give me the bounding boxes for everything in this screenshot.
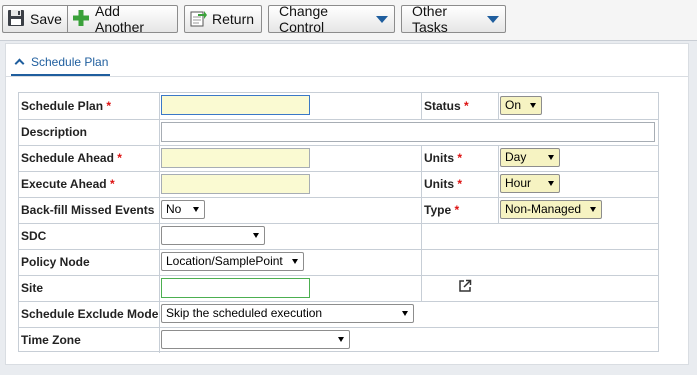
- dropdown-icon: [487, 15, 499, 23]
- form-row: Execute Ahead * Units * Hour: [19, 171, 658, 198]
- backfill-value: No: [166, 202, 182, 216]
- policy-node-select[interactable]: Location/SamplePoint: [161, 252, 304, 271]
- dropdown-icon: [530, 103, 536, 108]
- status-select[interactable]: On: [500, 96, 542, 115]
- dropdown-icon: [376, 15, 388, 23]
- units-value: Day: [505, 150, 527, 164]
- add-icon: [72, 9, 90, 30]
- schedule-ahead-input[interactable]: [161, 148, 310, 168]
- site-input[interactable]: [161, 278, 310, 298]
- dropdown-icon: [338, 337, 344, 342]
- save-button[interactable]: Save: [2, 5, 68, 33]
- schedule-plan-input[interactable]: [161, 95, 310, 115]
- policy-node-value: Location/SamplePoint: [166, 254, 283, 268]
- execute-ahead-input[interactable]: [161, 174, 310, 194]
- form-row: Schedule Exclude Mode Skip the scheduled…: [19, 301, 658, 328]
- status-label: Status *: [424, 99, 469, 113]
- dropdown-icon: [402, 311, 408, 316]
- units-value: Hour: [505, 176, 532, 190]
- tab-schedule-plan[interactable]: Schedule Plan: [11, 50, 111, 76]
- sdc-select[interactable]: [161, 226, 265, 245]
- save-icon: [7, 9, 25, 30]
- description-input[interactable]: [161, 122, 655, 142]
- chevron-up-icon: [14, 58, 25, 69]
- add-another-button[interactable]: Add Another: [67, 3, 178, 35]
- time-zone-select[interactable]: [161, 330, 350, 349]
- form-row: Schedule Plan * Status * On: [19, 93, 658, 120]
- type-select[interactable]: Non-Managed: [500, 200, 602, 219]
- return-icon: [189, 9, 207, 30]
- return-label: Return: [212, 11, 255, 27]
- dropdown-icon: [548, 155, 554, 160]
- form-row: Policy Node Location/SamplePoint: [19, 249, 658, 276]
- schedule-ahead-label: Schedule Ahead *: [21, 151, 122, 165]
- dropdown-icon: [193, 207, 199, 212]
- schedule-plan-label: Schedule Plan *: [21, 99, 112, 113]
- dropdown-icon: [253, 233, 259, 238]
- form-row: Time Zone: [19, 327, 658, 353]
- units-select[interactable]: Hour: [500, 174, 560, 193]
- time-zone-label: Time Zone: [21, 333, 81, 347]
- exclude-mode-value: Skip the scheduled execution: [166, 306, 323, 320]
- change-control-label: Change Control: [279, 3, 329, 35]
- description-label: Description: [21, 125, 88, 139]
- other-tasks-button[interactable]: Other Tasks: [401, 3, 506, 35]
- backfill-label: Back-fill Missed Events: [21, 203, 155, 217]
- change-control-button[interactable]: Change Control: [268, 3, 395, 35]
- save-label: Save: [30, 11, 62, 27]
- status-value: On: [505, 98, 522, 112]
- form-row: Description: [19, 119, 658, 146]
- form-row: Back-fill Missed Events No Type * Non-Ma…: [19, 197, 658, 224]
- dropdown-icon: [590, 207, 596, 212]
- execute-ahead-label: Execute Ahead *: [21, 177, 115, 191]
- backfill-select[interactable]: No: [161, 200, 205, 219]
- return-button[interactable]: Return: [184, 5, 262, 33]
- exclude-mode-label: Schedule Exclude Mode: [21, 307, 159, 321]
- policy-node-label: Policy Node: [21, 255, 90, 269]
- dropdown-icon: [292, 259, 298, 264]
- form-row: SDC: [19, 223, 658, 250]
- form-row: Schedule Ahead * Units * Day: [19, 145, 658, 172]
- units-select[interactable]: Day: [500, 148, 560, 167]
- type-label: Type *: [424, 203, 460, 217]
- tab-divider: [6, 76, 688, 77]
- other-tasks-label: Other Tasks: [412, 3, 448, 35]
- units-label: Units *: [424, 151, 463, 165]
- schedule-plan-panel: Schedule Plan Schedule Plan * Status * O…: [5, 43, 689, 365]
- units-label: Units *: [424, 177, 463, 191]
- form-row: Site: [19, 275, 658, 302]
- add-another-label: Add Another: [95, 3, 145, 35]
- dropdown-icon: [548, 181, 554, 186]
- sdc-label: SDC: [21, 229, 47, 243]
- type-value: Non-Managed: [505, 202, 582, 216]
- site-label: Site: [21, 281, 44, 295]
- toolbar: Save Add Another Return Change Control O…: [0, 0, 697, 41]
- exclude-mode-select[interactable]: Skip the scheduled execution: [161, 304, 414, 323]
- tab-label: Schedule Plan: [31, 55, 109, 69]
- schedule-plan-form: Schedule Plan * Status * On Description …: [18, 92, 659, 353]
